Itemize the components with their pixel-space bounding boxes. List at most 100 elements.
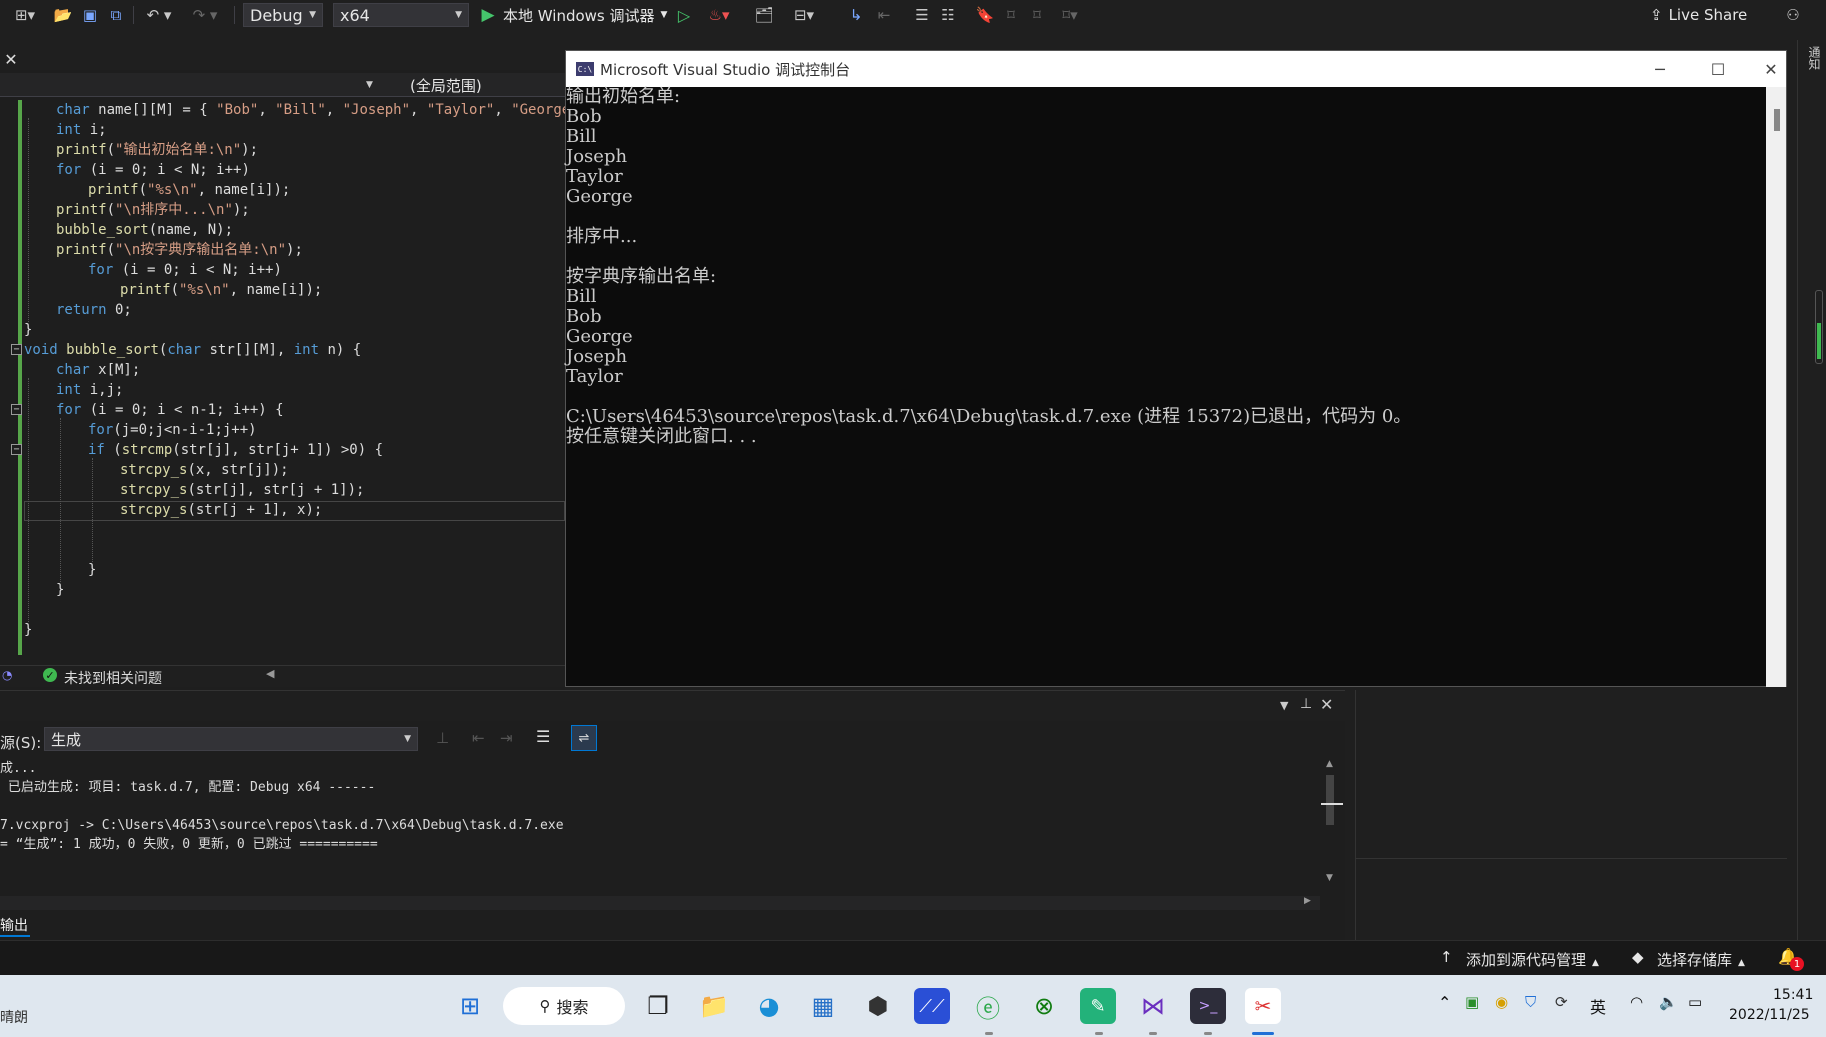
fold-toggle-icon[interactable]: − <box>11 404 22 415</box>
browser-icon[interactable]: ⓔ <box>970 988 1006 1024</box>
feedback-icon[interactable]: ⚇ <box>1780 4 1806 26</box>
output-hscrollbar[interactable]: ▶ <box>0 896 1320 910</box>
pin-icon[interactable]: ⊥ <box>1300 696 1312 712</box>
console-line: Joseph <box>566 346 628 367</box>
open-folder-icon[interactable]: 📂 <box>52 4 74 26</box>
console-titlebar[interactable]: C:\ Microsoft Visual Studio 调试控制台 ─ ☐ ✕ <box>566 51 1786 87</box>
console-scrollbar[interactable] <box>1766 87 1786 687</box>
bookmark-icon[interactable]: 🔖 <box>974 4 996 26</box>
toolbar-separator <box>133 6 134 24</box>
ide-icon[interactable]: ⟋⟋ <box>914 988 950 1024</box>
output-header: ▼ ⊥ ✕ <box>0 691 1345 721</box>
chevron-down-icon: ▼ <box>404 734 411 744</box>
layout-icon[interactable]: ⊟▾ <box>786 4 822 26</box>
select-repo-button[interactable]: 选择存储库 ▲ <box>1657 949 1745 970</box>
terminal-icon[interactable]: >_ <box>1190 988 1226 1024</box>
add-source-control-button[interactable]: 添加到源代码管理 ▲ <box>1466 949 1599 970</box>
step-icon[interactable]: ↳ <box>844 4 868 26</box>
chevron-up-icon: ▲ <box>1592 958 1599 968</box>
debug-console-window[interactable]: C:\ Microsoft Visual Studio 调试控制台 ─ ☐ ✕ … <box>565 50 1787 687</box>
editor-app-icon[interactable]: ✎ <box>1080 988 1116 1024</box>
edge-icon[interactable]: ◕ <box>751 988 787 1024</box>
snipping-tool-icon[interactable]: ✂ <box>1245 988 1281 1024</box>
save-all-icon[interactable]: ⧉ <box>105 4 127 26</box>
prev-bookmark-icon[interactable]: ⌑ <box>1000 4 1022 26</box>
chevron-down-icon[interactable]: ▼ <box>366 80 373 90</box>
start-debug-button[interactable]: 本地 Windows 调试器 ▼ <box>503 4 673 26</box>
start-without-debug-icon[interactable]: ▷ <box>674 4 694 26</box>
close-tab-icon[interactable]: ✕ <box>2 48 20 70</box>
task-view-icon[interactable]: ❐ <box>640 988 676 1024</box>
find-message-icon[interactable]: ⊥ <box>436 729 449 747</box>
nvidia-icon[interactable]: ▣ <box>1465 993 1479 1011</box>
close-panel-icon[interactable]: ✕ <box>1320 695 1333 714</box>
code-area[interactable]: char name[][M] = { "Bob", "Bill", "Josep… <box>0 100 579 655</box>
file-explorer-icon[interactable]: 📁 <box>696 988 732 1024</box>
clear-bookmarks-icon[interactable]: ⌑▾ <box>1052 4 1088 26</box>
issues-status[interactable]: 未找到相关问题 <box>64 668 162 688</box>
panel-menu-icon[interactable]: ▼ <box>1280 699 1288 712</box>
visual-studio-icon[interactable]: ⋈ <box>1135 988 1171 1024</box>
shield-icon[interactable]: ⛉ <box>1525 993 1536 1011</box>
step-out-icon[interactable]: ⇤ <box>872 4 896 26</box>
toolbar-separator <box>234 6 235 24</box>
fold-toggle-icon[interactable]: − <box>11 344 22 355</box>
word-wrap-icon[interactable]: ⇌ <box>571 725 597 751</box>
share-icon: ⇪ <box>1650 6 1663 24</box>
undo-icon[interactable]: ↶ ▾ <box>142 4 176 26</box>
tray-app-icon[interactable]: ◉ <box>1495 993 1508 1011</box>
config-dropdown[interactable]: Debug ▼ <box>243 3 323 27</box>
store-icon[interactable]: ▦ <box>805 988 841 1024</box>
platform-dropdown[interactable]: x64 ▼ <box>333 3 469 27</box>
unity-icon[interactable]: ⬢ <box>860 988 896 1024</box>
running-indicator <box>1095 1032 1103 1035</box>
chevron-up-icon[interactable]: ⌃ <box>1438 993 1451 1012</box>
prev-message-icon[interactable]: ⇤ <box>472 729 485 747</box>
scroll-thumb[interactable] <box>1326 775 1334 825</box>
output-vscrollbar[interactable]: ▲ ▼ <box>1320 759 1343 889</box>
console-line: Bob <box>566 306 602 327</box>
lightbulb-icon[interactable]: ◔ <box>2 668 12 682</box>
console-line: George <box>566 186 633 207</box>
scroll-down-icon[interactable]: ▼ <box>1326 873 1333 883</box>
source-dropdown[interactable]: 生成 ▼ <box>44 727 418 751</box>
fold-toggle-icon[interactable]: − <box>11 444 22 455</box>
hot-reload-icon[interactable]: ♨▾ <box>702 4 736 26</box>
next-message-icon[interactable]: ⇥ <box>500 729 513 747</box>
check-icon: ✓ <box>43 668 57 682</box>
running-indicator <box>1204 1032 1212 1035</box>
start-debug-icon[interactable]: ▶ <box>478 4 498 26</box>
scroll-left-icon[interactable]: ◀ <box>266 667 274 680</box>
console-scroll-thumb[interactable] <box>1774 109 1780 131</box>
start-icon[interactable]: ⊞ <box>452 988 488 1024</box>
ime-indicator[interactable]: 英 <box>1590 994 1606 1018</box>
battery-icon[interactable]: ▭ <box>1688 993 1702 1011</box>
live-share-button[interactable]: ⇪ Live Share <box>1650 4 1766 26</box>
scroll-right-icon[interactable]: ▶ <box>1304 896 1311 906</box>
maximize-icon[interactable]: ☐ <box>1698 57 1738 81</box>
comment-icon[interactable]: ☷ <box>936 4 960 26</box>
browse-icon[interactable]: 🗂 <box>752 4 776 26</box>
xbox-icon[interactable]: ⊗ <box>1026 988 1062 1024</box>
taskbar-search[interactable]: ⚲ 搜索 <box>503 987 625 1025</box>
tab-output[interactable]: 输出 <box>0 915 30 937</box>
minimize-icon[interactable]: ─ <box>1640 57 1680 81</box>
volume-icon[interactable]: 🔈 <box>1659 993 1678 1011</box>
scroll-up-icon[interactable]: ▲ <box>1326 759 1333 769</box>
scroll-map[interactable] <box>1815 290 1823 364</box>
scope-dropdown[interactable]: (全局范围) <box>380 73 565 97</box>
close-icon[interactable]: ✕ <box>1756 57 1786 81</box>
repo-icon: ◆ <box>1632 948 1644 966</box>
clock-time[interactable]: 15:41 <box>1773 987 1813 1003</box>
outdent-icon[interactable]: ☰ <box>910 4 934 26</box>
clock-date[interactable]: 2022/11/25 <box>1729 1007 1810 1023</box>
wifi-icon[interactable]: ◠ <box>1630 993 1643 1011</box>
weather-widget[interactable]: 晴朗 <box>0 1007 28 1027</box>
next-bookmark-icon[interactable]: ⌑ <box>1026 4 1048 26</box>
save-icon[interactable]: ▣ <box>79 4 101 26</box>
notifications-tab-icon[interactable]: 通知 <box>1806 46 1823 70</box>
redo-icon[interactable]: ↷ ▾ <box>188 4 222 26</box>
new-project-icon[interactable]: ⊞▾ <box>12 4 38 26</box>
clear-all-icon[interactable]: ☰ <box>536 727 550 746</box>
sync-icon[interactable]: ⟳ <box>1555 993 1568 1011</box>
